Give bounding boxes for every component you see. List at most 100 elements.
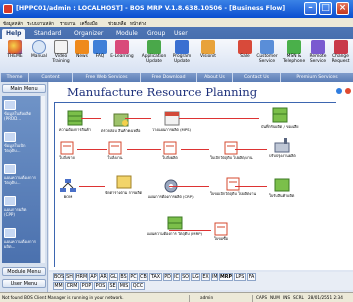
module-tab-hrm[interactable]: HRM xyxy=(75,273,88,281)
schedule-icon xyxy=(116,175,132,189)
module-tab-mm[interactable]: MM xyxy=(53,282,64,290)
customer-service-button[interactable]: Customer Service xyxy=(254,40,280,72)
module-tab-qcc[interactable]: QCC xyxy=(131,282,145,290)
flow-node-receive-production[interactable]: บันทึกรับผลิต / ของเสีย xyxy=(261,106,299,129)
module-tab-mrp[interactable]: MRP xyxy=(219,273,233,281)
flow-node-production-adjust[interactable]: ปรับปรุงงานผลิต xyxy=(269,137,296,158)
menu-item-system[interactable]: ระบบงานหลัก xyxy=(27,20,54,27)
module-tab-crm[interactable]: CRM xyxy=(65,282,79,290)
faq-button[interactable]: FAQ xyxy=(92,40,108,72)
box-stack-icon xyxy=(272,107,288,123)
module-tab-gl[interactable]: GL xyxy=(109,273,118,281)
program-icon xyxy=(175,40,189,54)
program-update-button[interactable]: Program Update xyxy=(169,40,195,72)
news-button[interactable]: News xyxy=(73,40,91,72)
tab-standard[interactable]: Standard xyxy=(30,29,65,39)
module-tab-so[interactable]: SO xyxy=(181,273,190,281)
flow-node-purchase-request[interactable]: ใบขอซื้อ xyxy=(213,222,229,241)
flow-node-scheduling[interactable]: จัดตารางตาม การผลิต xyxy=(105,174,142,195)
sidebar-item-prod[interactable]: ข้อมูลใบสั่งผลิต (PROD... xyxy=(4,100,38,121)
application-update-button[interactable]: Application Update xyxy=(141,40,167,72)
elearning-button[interactable]: E-Learning xyxy=(109,40,135,72)
module-tab-ic[interactable]: IC xyxy=(173,273,180,281)
module-tab-bos[interactable]: BOS xyxy=(53,273,64,281)
module-tab-ap[interactable]: AP xyxy=(89,273,98,281)
flow-node-work-order[interactable]: ใบสั่งงาน xyxy=(107,141,123,160)
left-rule xyxy=(54,102,55,267)
menu-item-tools[interactable]: เครื่องมือ xyxy=(80,20,98,27)
tab-user[interactable]: User xyxy=(170,29,192,39)
module-tab-lps[interactable]: LPS xyxy=(234,273,246,281)
flow-node-mrp[interactable]: แผนความต้องการ วัตถุดิบ (MRP) xyxy=(147,215,202,236)
minimize-button[interactable]: – xyxy=(304,2,317,15)
module-tab-tax[interactable]: TAX xyxy=(149,273,162,281)
flow-node-bom[interactable]: BOM xyxy=(59,178,77,199)
sidebar-item-production-plan[interactable]: แผนความต้องการ ผลิต... xyxy=(4,228,38,249)
main-menu-header[interactable]: Main Menu xyxy=(2,84,46,93)
module-tab-pos[interactable]: POS xyxy=(94,282,107,290)
flow-node-demand[interactable]: ความต้องการสินค้า xyxy=(59,109,91,132)
sidebar-item-material-plan[interactable]: แผนความต้องการวัตถุดิบ... xyxy=(4,164,38,185)
title-underline xyxy=(54,102,336,103)
change-request-button[interactable]: Change Request xyxy=(329,40,352,72)
close-button[interactable]: × xyxy=(336,2,349,15)
module-tab-im[interactable]: IM xyxy=(211,273,218,281)
module-tab-pd[interactable]: PD xyxy=(163,273,172,281)
module-tab-bs[interactable]: BS xyxy=(119,273,128,281)
factory-icon xyxy=(274,138,290,153)
module-tab-pc[interactable]: PC xyxy=(129,273,138,281)
module-tab-lg[interactable]: LG xyxy=(191,273,200,281)
tab-module[interactable]: Module xyxy=(112,29,142,39)
sidebar-item-material-issue[interactable]: ข้อมูลใบเบิก วัตถุดิบ... xyxy=(4,132,38,153)
customer-icon xyxy=(260,40,274,54)
video-training-button[interactable]: Video Training xyxy=(51,40,71,72)
user-menu-header[interactable]: User Menu xyxy=(2,279,46,288)
flow-node-production-order[interactable]: ใบสั่งผลิต xyxy=(162,141,178,160)
document-icon xyxy=(163,141,177,155)
close-panel-icon[interactable] xyxy=(345,88,351,94)
theme-icon xyxy=(8,40,22,54)
menu-item-report[interactable]: รายงาน xyxy=(60,20,75,27)
manual-icon xyxy=(32,40,46,54)
module-tab-ar[interactable]: AR xyxy=(99,273,108,281)
module-tab-ex[interactable]: EX xyxy=(201,273,210,281)
flow-arrow xyxy=(81,118,101,119)
module-tab-fa[interactable]: FA xyxy=(247,273,256,281)
menu-item-master[interactable]: ข้อมูลหลัก xyxy=(3,20,23,27)
flow-arrow xyxy=(169,230,211,231)
module-tab-sh[interactable]: SH xyxy=(65,273,74,281)
flow-node-material-issue[interactable]: ใบเบิกวัตถุดิบ ไปผลิต/งาน xyxy=(210,141,252,160)
manual-button[interactable]: Manual xyxy=(29,40,49,72)
info-icon[interactable] xyxy=(336,88,342,94)
module-tab-cb[interactable]: CB xyxy=(139,273,148,281)
flow-arrow xyxy=(181,149,209,150)
tab-organizer[interactable]: Organizer xyxy=(70,29,107,39)
tab-help[interactable]: Help xyxy=(2,29,26,39)
module-tab-pop[interactable]: POP xyxy=(80,282,93,290)
sidebar-scrollbar[interactable] xyxy=(40,96,45,263)
visionit-button[interactable]: Visionit xyxy=(196,40,220,72)
maximize-button[interactable]: □ xyxy=(319,2,332,15)
flow-node-crp[interactable]: แผนการต้องการผลิต (CRP) xyxy=(148,178,194,199)
menu-item-window[interactable]: หน้าต่าง xyxy=(130,20,146,27)
module-tab-mis[interactable]: MIS xyxy=(118,282,130,290)
sale-button[interactable]: Sale xyxy=(236,40,254,72)
flow-node-receive-goods[interactable]: ใบรับสินค้าผลิต xyxy=(269,177,294,198)
remote-service-button[interactable]: Remote Service xyxy=(307,40,329,72)
msn-icon xyxy=(287,40,301,54)
flow-node-mps[interactable]: วางแผนการผลิต (MPS) xyxy=(152,109,191,132)
visionit-icon xyxy=(201,40,215,54)
faq-icon xyxy=(93,40,107,54)
module-tab-se[interactable]: SE xyxy=(108,282,117,290)
msn-telephone-button[interactable]: MSN & Telephone xyxy=(281,40,307,72)
theme-button[interactable]: THEME xyxy=(3,40,27,72)
tab-group[interactable]: Group xyxy=(143,29,169,39)
title-bar[interactable]: [HPPC01/admin : LOCALHOST] - BOS MRP V.1… xyxy=(0,0,353,18)
flow-node-sales-order[interactable]: ใบสั่งขาย xyxy=(59,141,75,160)
business-flow-panel: Manufacture Resource Planning ความต้องกา… xyxy=(49,82,353,270)
elearning-icon xyxy=(115,40,129,54)
sidebar-item-cpp[interactable]: แผนการผลิต (CPP) xyxy=(4,196,38,217)
menu-item-help[interactable]: ช่วยเหลือ xyxy=(108,20,126,27)
module-menu-header[interactable]: Module Menu xyxy=(2,267,46,276)
flow-node-inventory-check[interactable]: ตรวจสอบ สินค้าคงเหลือ xyxy=(101,112,140,133)
